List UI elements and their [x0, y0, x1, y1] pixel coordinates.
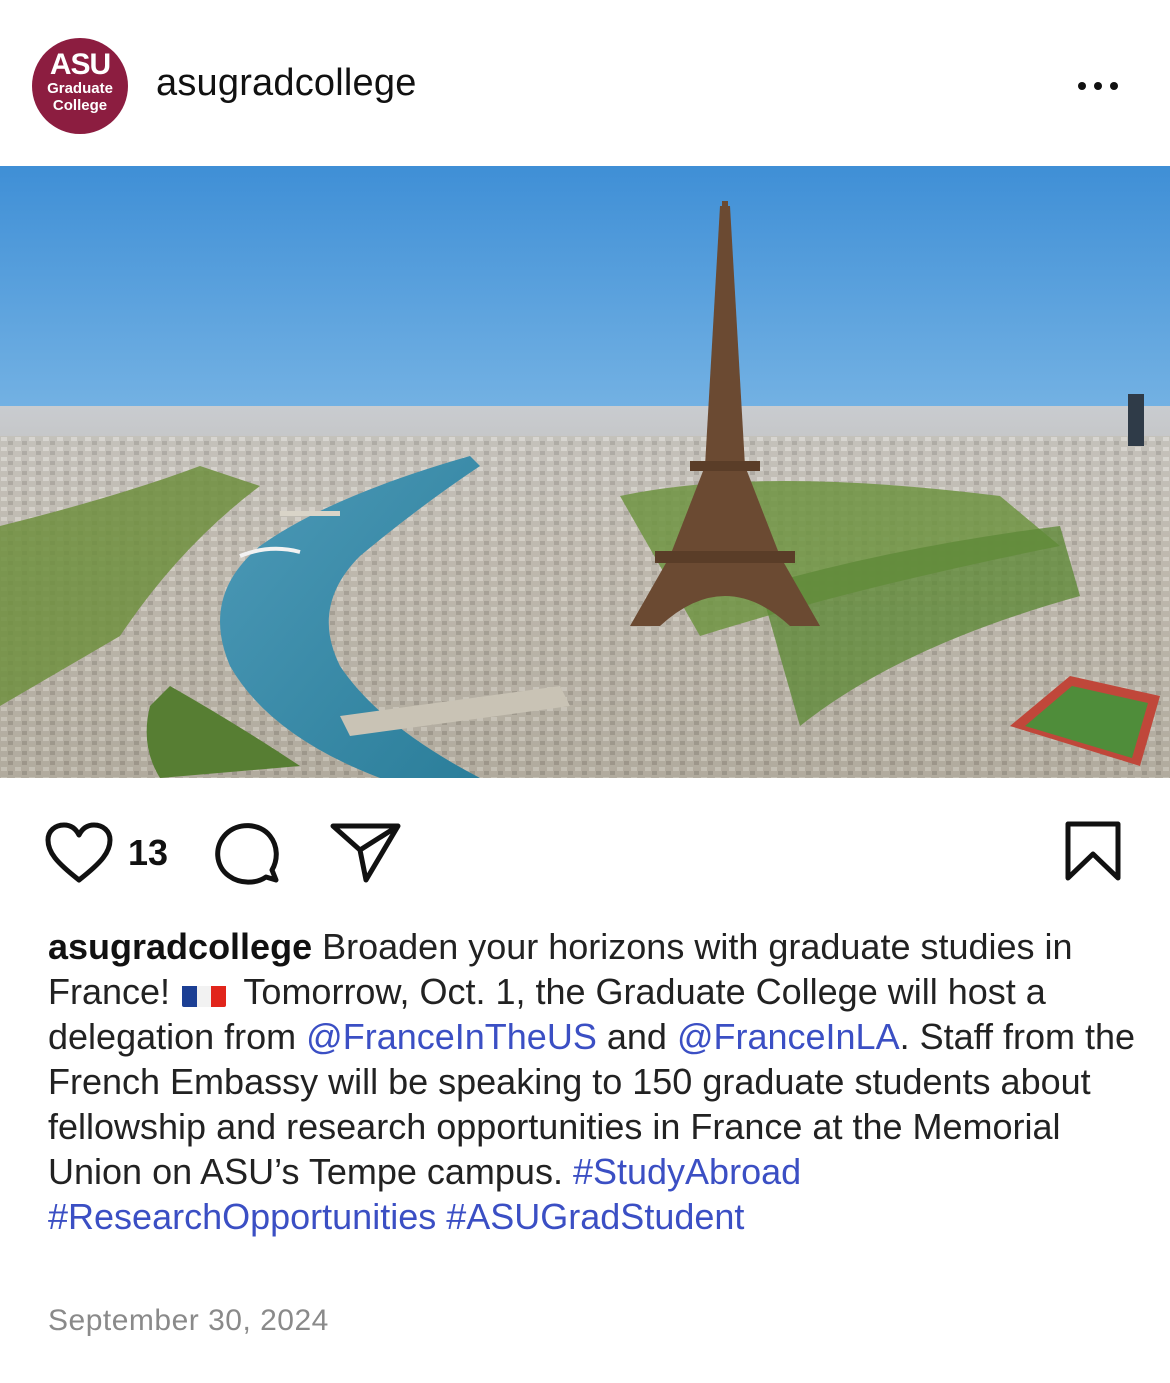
like-button[interactable]: [44, 822, 114, 889]
mention-franceintheus[interactable]: @FranceInTheUS: [306, 1016, 597, 1057]
hashtag-studyabroad[interactable]: #StudyAbroad: [573, 1151, 801, 1192]
like-count[interactable]: 13: [128, 832, 168, 874]
france-flag-icon: [182, 979, 227, 1007]
share-icon: [330, 823, 401, 883]
more-icon: [1078, 82, 1086, 90]
more-options-button[interactable]: [1078, 72, 1128, 100]
post-username[interactable]: asugradcollege: [156, 62, 417, 105]
comment-icon: [215, 823, 279, 885]
avatar[interactable]: ASU Graduate College: [32, 38, 128, 134]
share-button[interactable]: [330, 822, 402, 889]
caption-username[interactable]: asugradcollege: [48, 926, 312, 967]
post-image[interactable]: [0, 166, 1170, 778]
post-header: ASU Graduate College asugradcollege: [0, 0, 1170, 166]
hashtag-researchopportunities[interactable]: #ResearchOpportunities: [48, 1196, 436, 1237]
post-actions: [0, 800, 1170, 900]
avatar-line-graduate: Graduate: [47, 80, 113, 97]
post-date: September 30, 2024: [48, 1304, 329, 1337]
mention-franceinla[interactable]: @FranceInLA: [677, 1016, 900, 1057]
post-caption: asugradcollege Broaden your horizons wit…: [48, 924, 1138, 1239]
bookmark-icon: [1065, 821, 1121, 881]
heart-icon: [45, 822, 113, 883]
save-button[interactable]: [1064, 820, 1122, 889]
caption-text-3: and: [606, 1016, 667, 1057]
avatar-line-college: College: [52, 97, 108, 114]
comment-button[interactable]: [212, 820, 282, 891]
eiffel-tower-paris-photo: [0, 166, 1170, 778]
hashtag-asugradstudent[interactable]: #ASUGradStudent: [446, 1196, 744, 1237]
avatar-logo-text: ASU: [49, 48, 111, 81]
